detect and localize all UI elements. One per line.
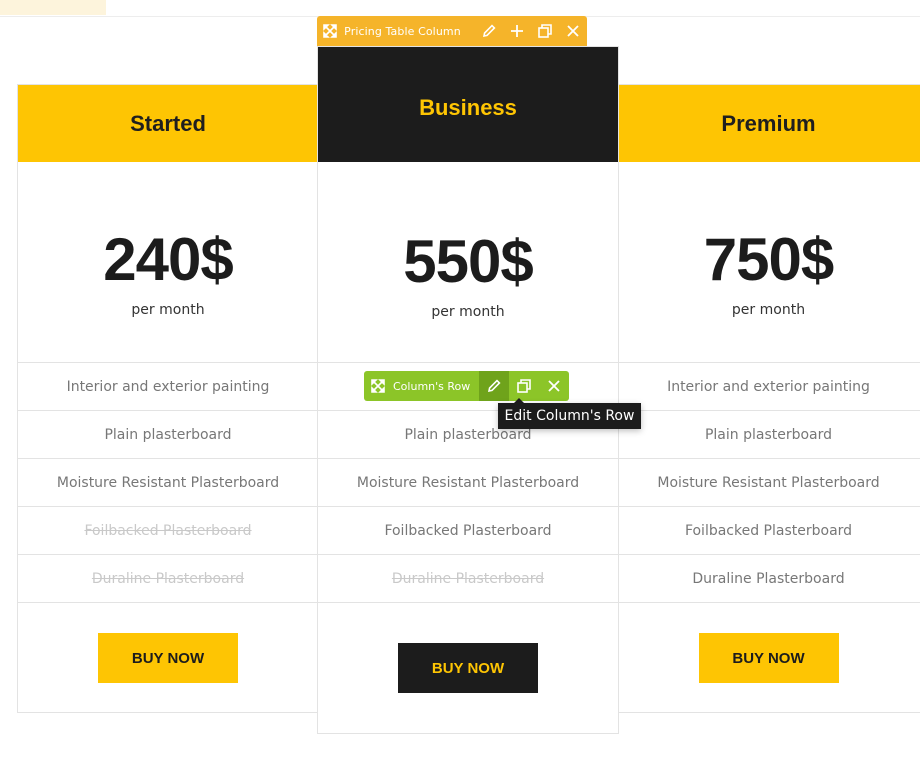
edit-pencil-icon[interactable] xyxy=(479,371,509,401)
plan-price: 750$ xyxy=(703,226,834,293)
feature-item-unavailable: Duraline Plasterboard xyxy=(18,554,318,602)
buy-now-button[interactable]: BUY NOW xyxy=(698,633,839,683)
feature-list: Interior and exterior painting Plain pla… xyxy=(18,362,318,603)
plan-price: 550$ xyxy=(403,228,533,295)
feature-item: Interior and exterior painting xyxy=(18,362,318,410)
row-toolbar-title: Column's Row xyxy=(393,379,471,393)
button-wrap: BUY NOW xyxy=(617,603,920,713)
pricing-column-started[interactable]: Started 240$ per month Interior and exte… xyxy=(17,84,318,713)
feature-list: Interior and exterior painting Plain pla… xyxy=(617,362,920,603)
move-handle-icon[interactable] xyxy=(364,371,392,401)
button-wrap: BUY NOW xyxy=(18,603,318,713)
plan-title: Premium xyxy=(617,85,920,162)
feature-item: Foilbacked Plasterboard xyxy=(617,506,920,554)
buy-now-button[interactable]: BUY NOW xyxy=(398,643,538,693)
plan-title: Business xyxy=(318,47,618,162)
column-toolbar-title: Pricing Table Column xyxy=(344,24,461,38)
pricing-column-premium[interactable]: Premium 750$ per month Interior and exte… xyxy=(617,84,920,713)
add-plus-icon[interactable] xyxy=(503,16,531,46)
plan-title: Started xyxy=(18,85,318,162)
feature-item: Foilbacked Plasterboard xyxy=(318,506,618,554)
parent-toolbar-remnant xyxy=(0,0,106,15)
close-icon[interactable] xyxy=(539,371,569,401)
row-editor-toolbar: Column's Row xyxy=(364,371,569,401)
page-top-strip xyxy=(0,0,920,17)
close-icon[interactable] xyxy=(559,16,587,46)
feature-item: Plain plasterboard xyxy=(617,410,920,458)
feature-item: Duraline Plasterboard xyxy=(617,554,920,602)
feature-item: Moisture Resistant Plasterboard xyxy=(318,458,618,506)
button-wrap: BUY NOW xyxy=(318,603,618,733)
plan-price: 240$ xyxy=(103,226,233,293)
plan-period: per month xyxy=(431,304,505,320)
plan-period: per month xyxy=(731,302,806,318)
edit-row-tooltip: Edit Column's Row xyxy=(498,398,641,429)
move-handle-icon[interactable] xyxy=(317,16,343,46)
feature-item: Moisture Resistant Plasterboard xyxy=(18,458,318,506)
feature-item: Plain plasterboard xyxy=(18,410,318,458)
duplicate-icon[interactable] xyxy=(531,16,559,46)
feature-item-unavailable: Foilbacked Plasterboard xyxy=(18,506,318,554)
price-block: 750$ per month xyxy=(617,162,920,362)
price-block: 240$ per month xyxy=(18,162,318,362)
plan-period: per month xyxy=(131,302,205,318)
column-editor-toolbar: Pricing Table Column xyxy=(317,16,587,46)
feature-item: Moisture Resistant Plasterboard xyxy=(617,458,920,506)
buy-now-button[interactable]: BUY NOW xyxy=(98,633,238,683)
duplicate-icon[interactable] xyxy=(509,371,539,401)
feature-item-unavailable: Duraline Plasterboard xyxy=(318,554,618,602)
feature-item: Interior and exterior painting xyxy=(617,362,920,410)
price-block: 550$ per month xyxy=(318,162,618,362)
edit-pencil-icon[interactable] xyxy=(475,16,503,46)
